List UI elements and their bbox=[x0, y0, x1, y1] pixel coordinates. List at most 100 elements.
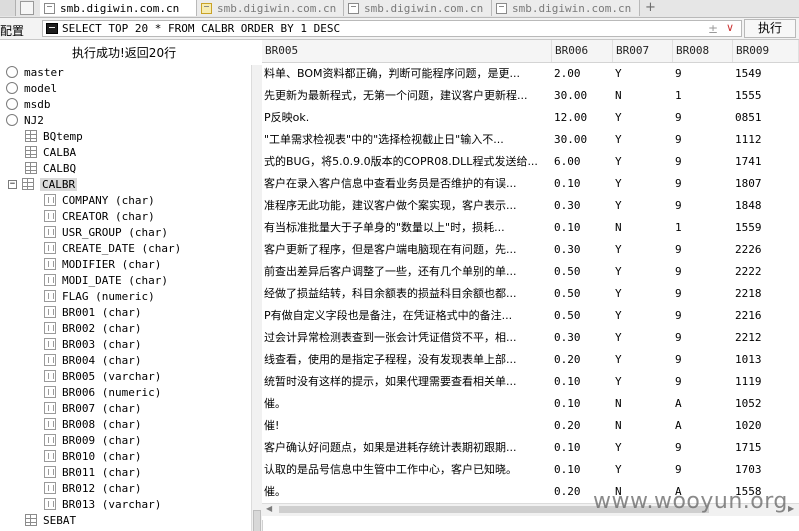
table-cell[interactable]: 9 bbox=[675, 261, 715, 283]
table-cell[interactable]: 2218 bbox=[735, 283, 785, 305]
table-cell[interactable]: 9 bbox=[675, 459, 715, 481]
table-cell[interactable]: 2222 bbox=[735, 261, 785, 283]
table-cell[interactable]: N bbox=[615, 415, 655, 437]
table-row[interactable]: 经做了损益结转，科目余额表的损益科目余额也都... 0.50 Y 9 2218 bbox=[262, 283, 799, 305]
table-row[interactable]: 先更新为最新程式，无第一个问题，建议客户更新程... 30.00 N 1 1555 bbox=[262, 85, 799, 107]
table-cell[interactable]: 9 bbox=[675, 327, 715, 349]
table-cell[interactable]: 30.00 bbox=[554, 129, 602, 151]
table-cell[interactable]: 1013 bbox=[735, 349, 785, 371]
table-cell[interactable]: 1848 bbox=[735, 195, 785, 217]
tree-column[interactable]: BR013 (varchar) bbox=[44, 496, 161, 512]
tree-column[interactable]: BR002 (char) bbox=[44, 320, 141, 336]
table-cell[interactable]: 0.30 bbox=[554, 327, 602, 349]
table-cell[interactable]: 9 bbox=[675, 437, 715, 459]
table-cell[interactable]: P反映ok. bbox=[262, 107, 549, 129]
table-cell[interactable]: 认取的是品号信息中生管中工作中心，客户已知晓。 bbox=[262, 459, 549, 481]
table-cell[interactable]: 2212 bbox=[735, 327, 785, 349]
table-cell[interactable]: 9 bbox=[675, 63, 715, 85]
table-row[interactable]: P反映ok. 12.00 Y 9 0851 bbox=[262, 107, 799, 129]
table-cell[interactable]: 1555 bbox=[735, 85, 785, 107]
table-cell[interactable]: 9 bbox=[675, 107, 715, 129]
table-row[interactable]: 准程序无此功能，建议客户做个案实现，客户表示... 0.30 Y 9 1848 bbox=[262, 195, 799, 217]
table-cell[interactable]: Y bbox=[615, 239, 655, 261]
tree-table-calbr[interactable]: − CALBR bbox=[8, 176, 78, 192]
scroll-left-icon[interactable]: ◀ bbox=[266, 504, 272, 513]
table-cell[interactable]: 6.00 bbox=[554, 151, 602, 173]
table-cell[interactable]: Y bbox=[615, 107, 655, 129]
table-cell[interactable]: 0.30 bbox=[554, 239, 602, 261]
table-cell[interactable]: 前查出差异后客户调整了一些，还有几个单别的单... bbox=[262, 261, 549, 283]
table-cell[interactable]: 客户确认好问题点，如果是进耗存统计表期初跟期... bbox=[262, 437, 549, 459]
table-cell[interactable]: 过会计异常检测表查到一张会计凭证借贷不平，相... bbox=[262, 327, 549, 349]
table-row[interactable]: 料单、BOM资料都正确，判断可能程序问题，是更... 2.00 Y 9 1549 bbox=[262, 63, 799, 85]
tree-column[interactable]: BR012 (char) bbox=[44, 480, 141, 496]
table-cell[interactable]: Y bbox=[615, 195, 655, 217]
tree-table-bqtemp[interactable]: BQtemp bbox=[25, 128, 83, 144]
plus-minus-icon[interactable]: ± bbox=[708, 22, 718, 36]
table-cell[interactable]: 经做了损益结转，科目余额表的损益科目余额也都... bbox=[262, 283, 549, 305]
table-cell[interactable]: 0.50 bbox=[554, 261, 602, 283]
table-cell[interactable]: 1020 bbox=[735, 415, 785, 437]
table-cell[interactable]: 先更新为最新程式，无第一个问题，建议客户更新程... bbox=[262, 85, 549, 107]
table-cell[interactable]: A bbox=[675, 393, 715, 415]
table-cell[interactable]: 9 bbox=[675, 173, 715, 195]
tree-column[interactable]: BR003 (char) bbox=[44, 336, 141, 352]
tab-connection-4[interactable]: smb.digiwin.com.cn bbox=[492, 0, 640, 16]
table-cell[interactable]: 30.00 bbox=[554, 85, 602, 107]
table-cell[interactable]: 0.50 bbox=[554, 305, 602, 327]
table-cell[interactable]: 1052 bbox=[735, 393, 785, 415]
table-cell[interactable]: 0851 bbox=[735, 107, 785, 129]
tree-column[interactable]: CREATE_DATE (char) bbox=[44, 240, 181, 256]
tree-column[interactable]: MODIFIER (char) bbox=[44, 256, 161, 272]
tree-table-calbq[interactable]: CALBQ bbox=[25, 160, 76, 176]
document-icon[interactable] bbox=[20, 1, 34, 15]
table-cell[interactable]: Y bbox=[615, 327, 655, 349]
table-cell[interactable]: 9 bbox=[675, 151, 715, 173]
tree-column[interactable]: BR005 (varchar) bbox=[44, 368, 161, 384]
tree-column[interactable]: BR004 (char) bbox=[44, 352, 141, 368]
table-cell[interactable]: 9 bbox=[675, 239, 715, 261]
table-row[interactable]: 线查看，使用的是指定子程程，没有发现表单上部... 0.20 Y 9 1013 bbox=[262, 349, 799, 371]
table-cell[interactable]: 2226 bbox=[735, 239, 785, 261]
table-row[interactable]: 前查出差异后客户调整了一些，还有几个单别的单... 0.50 Y 9 2222 bbox=[262, 261, 799, 283]
table-cell[interactable]: 0.10 bbox=[554, 217, 602, 239]
config-label[interactable]: 配置 bbox=[0, 22, 24, 39]
table-cell[interactable]: 1741 bbox=[735, 151, 785, 173]
tree-column[interactable]: CREATOR (char) bbox=[44, 208, 155, 224]
table-cell[interactable]: 1549 bbox=[735, 63, 785, 85]
table-row[interactable]: 式的BUG，将5.0.9.0版本的COPR08.DLL程式发送给... 6.00 Y… bbox=[262, 151, 799, 173]
table-cell[interactable]: 线查看，使用的是指定子程程，没有发现表单上部... bbox=[262, 349, 549, 371]
tree-column[interactable]: MODI_DATE (char) bbox=[44, 272, 168, 288]
table-row[interactable]: "工单需求检视表"中的"选择检视截止日"输入不... 30.00 Y 9 1112 bbox=[262, 129, 799, 151]
table-cell[interactable]: 0.20 bbox=[554, 415, 602, 437]
panel-toggle-button[interactable] bbox=[0, 0, 16, 16]
table-cell[interactable]: 统暂时没有这样的提示，如果代理需要查看相关单... bbox=[262, 371, 549, 393]
table-cell[interactable]: 1 bbox=[675, 85, 715, 107]
table-row[interactable]: 统暂时没有这样的提示，如果代理需要查看相关单... 0.10 Y 9 1119 bbox=[262, 371, 799, 393]
tree-column[interactable]: BR009 (char) bbox=[44, 432, 141, 448]
table-cell[interactable]: Y bbox=[615, 371, 655, 393]
table-row[interactable]: 认取的是品号信息中生管中工作中心，客户已知晓。 0.10 Y 9 1703 bbox=[262, 459, 799, 481]
tree-column[interactable]: BR010 (char) bbox=[44, 448, 141, 464]
table-cell[interactable]: Y bbox=[615, 459, 655, 481]
table-cell[interactable]: 0.10 bbox=[554, 459, 602, 481]
scroll-right-icon[interactable]: ▶ bbox=[788, 504, 794, 513]
table-cell[interactable]: 料单、BOM资料都正确，判断可能程序问题，是更... bbox=[262, 63, 549, 85]
table-cell[interactable]: N bbox=[615, 393, 655, 415]
add-tab-button[interactable]: + bbox=[645, 0, 657, 16]
table-cell[interactable]: 0.50 bbox=[554, 283, 602, 305]
table-cell[interactable]: 9 bbox=[675, 195, 715, 217]
table-cell[interactable]: "工单需求检视表"中的"选择检视截止日"输入不... bbox=[262, 129, 549, 151]
table-row[interactable]: 有当标准批量大于子单身的"数量以上"时，损耗... 0.10 N 1 1559 bbox=[262, 217, 799, 239]
table-row[interactable]: P有做自定义字段也是备注，在凭证格式中的备注... 0.50 Y 9 2216 bbox=[262, 305, 799, 327]
tree-database-master[interactable]: master bbox=[6, 64, 64, 80]
table-cell[interactable]: 0.10 bbox=[554, 173, 602, 195]
collapse-icon[interactable]: − bbox=[8, 179, 17, 189]
table-cell[interactable]: Y bbox=[615, 261, 655, 283]
table-cell[interactable]: 9 bbox=[675, 349, 715, 371]
table-cell[interactable]: A bbox=[675, 415, 715, 437]
tree-column[interactable]: BR006 (numeric) bbox=[44, 384, 161, 400]
tree-column[interactable]: BR011 (char) bbox=[44, 464, 141, 480]
table-cell[interactable]: Y bbox=[615, 129, 655, 151]
tree-column[interactable]: FLAG (numeric) bbox=[44, 288, 155, 304]
